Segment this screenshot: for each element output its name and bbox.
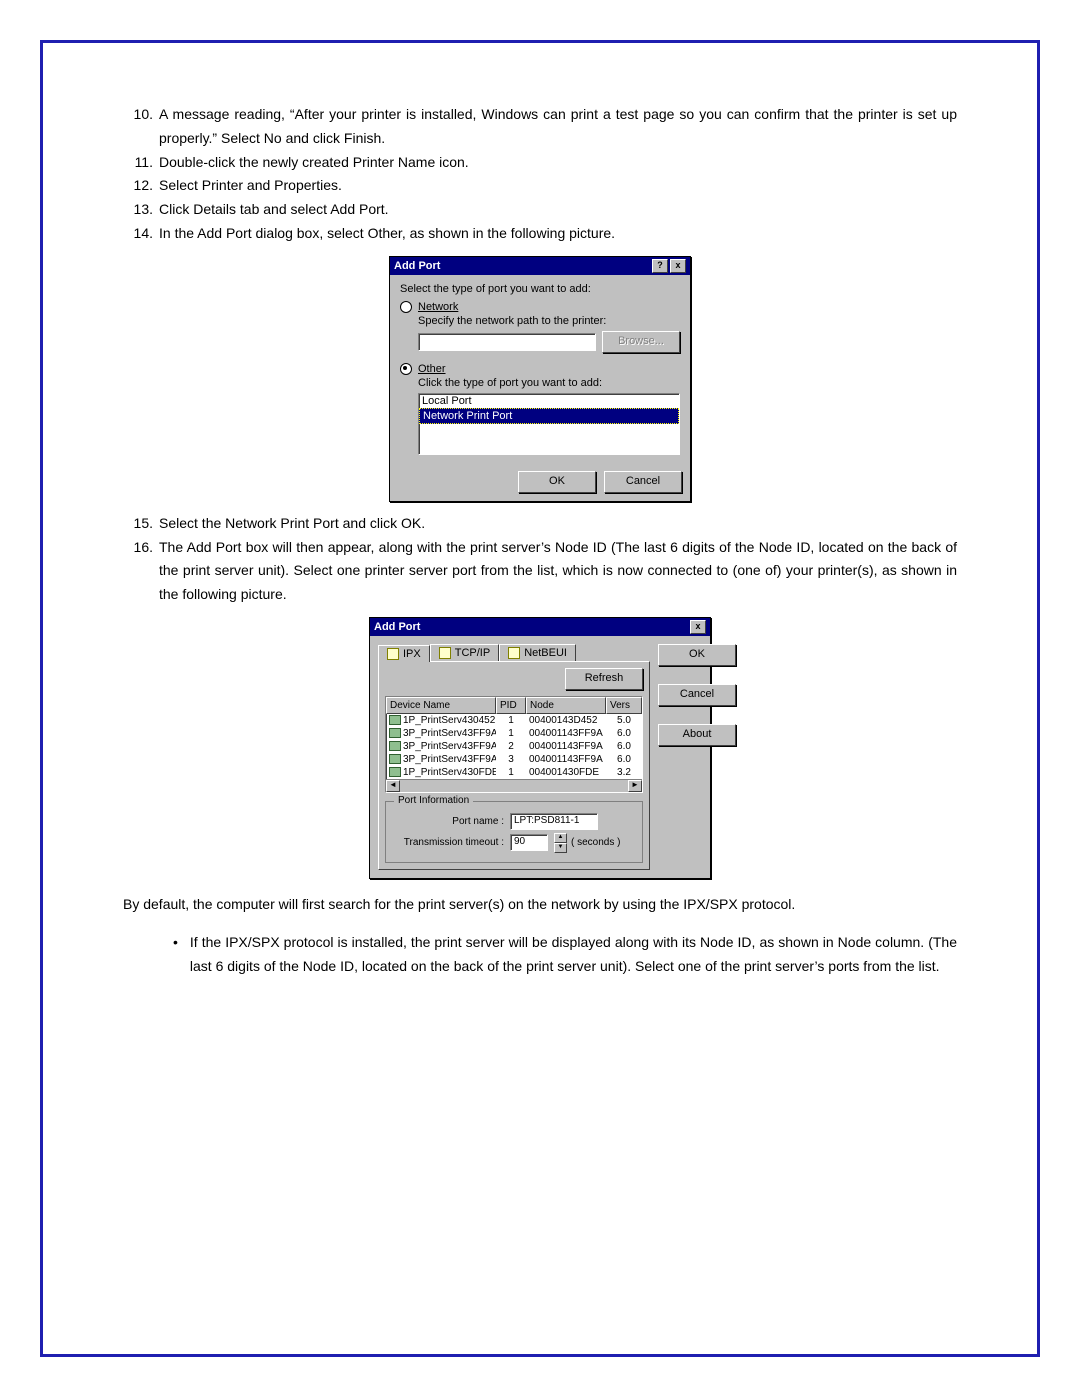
device-icon [389, 741, 401, 751]
ok-button[interactable]: OK [658, 644, 736, 666]
protocol-tabs: IPX TCP/IP NetBEUI [378, 644, 650, 661]
about-button[interactable]: About [658, 724, 736, 746]
device-icon [389, 754, 401, 764]
group-legend: Port Information [394, 795, 473, 806]
bullet-list: • If the IPX/SPX protocol is installed, … [173, 931, 957, 979]
print-server-grid[interactable]: Device Name PID Node Vers 1P_PrintServ43… [385, 696, 643, 793]
timeout-label: Transmission timeout : [394, 837, 504, 848]
device-icon [389, 767, 401, 777]
add-port-dialog-1: Add Port ? x Select the type of port you… [389, 256, 691, 502]
step-11: 11. Double-click the newly created Print… [123, 151, 957, 175]
list-item[interactable]: Local Port [419, 394, 679, 408]
timeout-input[interactable]: 90 [510, 834, 548, 851]
browse-button[interactable]: Browse... [602, 331, 680, 353]
step-15: 15. Select the Network Print Port and cl… [123, 512, 957, 536]
dialog-titlebar: Add Port x [370, 618, 710, 636]
step-13: 13. Click Details tab and select Add Por… [123, 198, 957, 222]
radio-network[interactable]: Network [400, 301, 680, 313]
bullet-item: • If the IPX/SPX protocol is installed, … [173, 931, 957, 979]
tab-tcpip[interactable]: TCP/IP [430, 644, 499, 661]
col-node: Node [526, 697, 606, 714]
close-icon[interactable]: x [690, 620, 706, 634]
radio-other-label: Other [418, 363, 446, 375]
close-icon[interactable]: x [670, 259, 686, 273]
tab-label: IPX [403, 648, 421, 660]
dialog-title: Add Port [374, 621, 420, 633]
portname-label: Port name : [394, 816, 504, 827]
steps-15-16: 15. Select the Network Print Port and cl… [123, 512, 957, 607]
port-information-group: Port Information Port name : LPT:PSD811-… [385, 801, 643, 863]
grid-header: Device Name PID Node Vers [386, 697, 642, 714]
tab-icon [508, 647, 520, 659]
cancel-button[interactable]: Cancel [604, 471, 682, 493]
step-10: 10. A message reading, “After your print… [123, 103, 957, 151]
network-hint: Specify the network path to the printer: [418, 315, 680, 327]
step-12: 12. Select Printer and Properties. [123, 174, 957, 198]
col-device-name: Device Name [386, 697, 496, 714]
radio-network-label: Network [418, 301, 458, 313]
tab-icon [387, 648, 399, 660]
radio-other[interactable]: Other [400, 363, 680, 375]
steps-10-14: 10. A message reading, “After your print… [123, 103, 957, 246]
col-vers: Vers [606, 697, 642, 714]
add-port-dialog-2: Add Port x IPX TCP/IP [369, 617, 711, 879]
tab-icon [439, 647, 451, 659]
table-row[interactable]: 1P_PrintServ430452 1 00400143D452 5.0 [386, 714, 642, 727]
col-pid: PID [496, 697, 526, 714]
radio-icon[interactable] [400, 363, 412, 375]
ok-button[interactable]: OK [518, 471, 596, 493]
tab-netbeui[interactable]: NetBEUI [499, 644, 576, 661]
table-row[interactable]: 3P_PrintServ43FF9A 2 004001143FF9A 6.0 [386, 740, 642, 753]
other-hint: Click the type of port you want to add: [418, 377, 680, 389]
spin-up-icon[interactable]: ▲ [554, 833, 567, 843]
portname-input[interactable]: LPT:PSD811-1 [510, 813, 598, 830]
horizontal-scrollbar[interactable]: ◄ ► [386, 779, 642, 792]
refresh-button[interactable]: Refresh [565, 668, 643, 690]
bullet-icon: • [173, 931, 178, 979]
table-row[interactable]: 3P_PrintServ43FF9A 3 004001143FF9A 6.0 [386, 753, 642, 766]
scroll-right-icon[interactable]: ► [628, 780, 642, 792]
port-type-list[interactable]: Local Port Network Print Port [418, 393, 680, 455]
table-row[interactable]: 1P_PrintServ430FDE 1 004001430FDE 3.2 [386, 766, 642, 779]
tab-panel: Refresh Device Name PID Node Vers 1P_Pri… [378, 661, 650, 870]
table-row[interactable]: 3P_PrintServ43FF9A 1 004001143FF9A 6.0 [386, 727, 642, 740]
tab-ipx[interactable]: IPX [378, 645, 430, 662]
step-14: 14. In the Add Port dialog box, select O… [123, 222, 957, 246]
network-path-input[interactable] [418, 333, 596, 351]
spin-down-icon[interactable]: ▼ [554, 843, 567, 853]
timeout-spinner[interactable]: ▲ ▼ [554, 833, 565, 853]
dialog-title: Add Port [394, 260, 440, 272]
bullet-text: If the IPX/SPX protocol is installed, th… [190, 931, 957, 979]
step-16: 16. The Add Port box will then appear, a… [123, 536, 957, 607]
help-icon[interactable]: ? [652, 259, 668, 273]
tab-label: NetBEUI [524, 647, 567, 659]
device-icon [389, 728, 401, 738]
radio-icon[interactable] [400, 301, 412, 313]
paragraph-default-search: By default, the computer will first sear… [123, 893, 957, 917]
timeout-unit: ( seconds ) [571, 837, 620, 848]
scroll-left-icon[interactable]: ◄ [386, 780, 400, 792]
dialog-prompt: Select the type of port you want to add: [400, 283, 680, 295]
list-item[interactable]: Network Print Port [419, 408, 679, 424]
dialog-titlebar: Add Port ? x [390, 257, 690, 275]
device-icon [389, 715, 401, 725]
tab-label: TCP/IP [455, 647, 490, 659]
cancel-button[interactable]: Cancel [658, 684, 736, 706]
